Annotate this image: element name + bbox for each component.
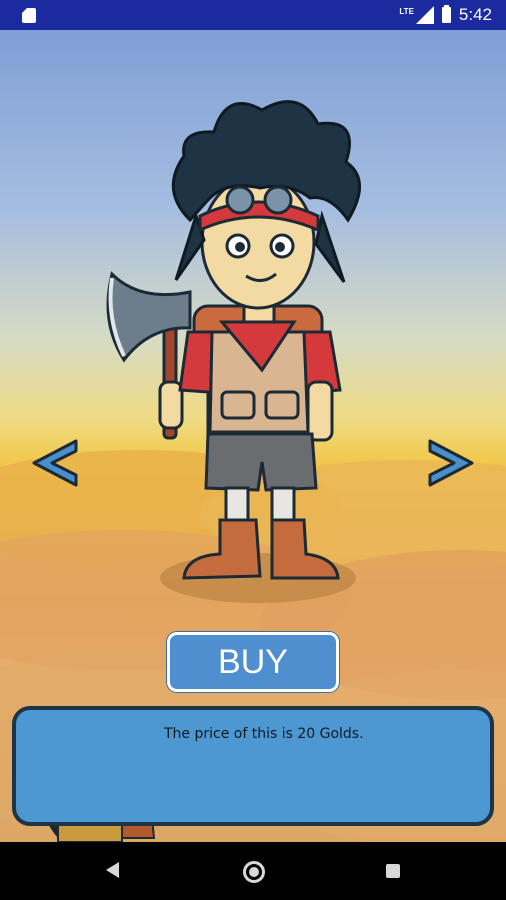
right-boot	[270, 518, 340, 580]
clock: 5:42	[458, 5, 492, 24]
goggle-left	[225, 185, 255, 215]
next-item-button[interactable]	[424, 435, 478, 491]
pupil-left	[235, 242, 245, 252]
left-boot	[182, 518, 262, 580]
shorts	[204, 432, 318, 492]
lte-signal-icon	[415, 6, 434, 24]
status-icons: LTE 5:42	[399, 5, 492, 25]
home-icon[interactable]	[243, 861, 265, 883]
character-illustration	[106, 100, 361, 603]
head	[200, 174, 316, 310]
goggle-right	[263, 185, 293, 215]
previous-item-button[interactable]	[28, 435, 82, 491]
pupil-right	[275, 242, 285, 252]
dialog-message: The price of this is 20 Golds.	[164, 726, 364, 742]
battery-charging-icon	[441, 5, 451, 23]
navigation-bar	[0, 842, 506, 900]
sd-card-icon	[22, 8, 36, 23]
recents-icon[interactable]	[386, 864, 400, 878]
chevron-left-icon	[32, 439, 78, 487]
network-type: LTE	[399, 7, 414, 16]
vest-pocket	[220, 390, 256, 420]
dialog-box: The price of this is 20 Golds.	[12, 706, 494, 826]
vest-pocket	[264, 390, 300, 420]
status-bar: LTE 5:42	[0, 0, 506, 30]
buy-button[interactable]: BUY	[167, 632, 339, 692]
chevron-right-icon	[428, 439, 474, 487]
back-icon[interactable]	[106, 862, 119, 878]
right-arm	[306, 380, 334, 442]
